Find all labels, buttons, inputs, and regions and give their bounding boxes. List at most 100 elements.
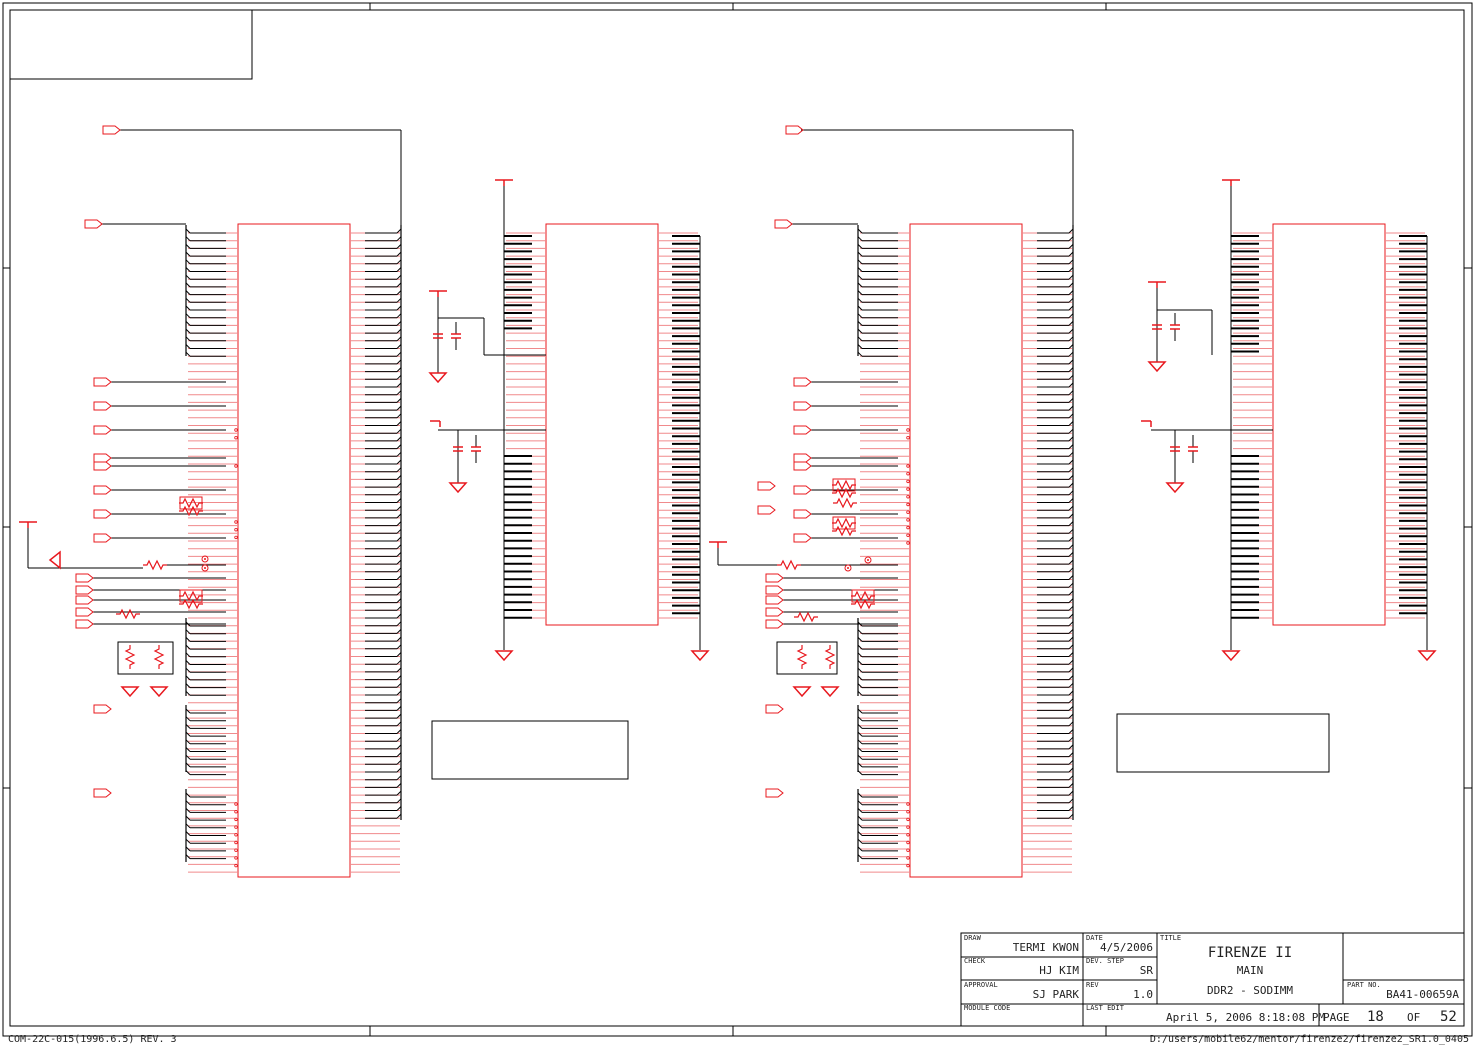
pin-dot <box>906 487 910 491</box>
sodimm-connectors <box>237 223 1386 878</box>
resistor <box>116 608 140 620</box>
check-label: CHECK <box>964 957 986 965</box>
offpage-connector <box>793 401 812 411</box>
pin-dot <box>234 428 238 432</box>
bus-entry-slant <box>185 244 191 249</box>
part-no-label: PART NO. <box>1347 981 1381 989</box>
offpage-connector <box>765 788 784 798</box>
ground-symbol <box>1417 650 1437 662</box>
ground-symbol <box>690 650 710 662</box>
bus-entry-slant <box>185 716 191 722</box>
offpage-connector <box>93 425 112 435</box>
offpage-connector <box>93 509 112 519</box>
offpage-connector <box>93 453 112 463</box>
pin-dot <box>234 802 238 806</box>
note-box-top-left <box>9 9 253 80</box>
offpage-connector <box>793 533 812 543</box>
offpage-connector <box>774 219 793 229</box>
pin-dot <box>234 817 238 822</box>
sodimm-0-part-b <box>545 223 659 626</box>
bus-entry-slant <box>185 267 191 272</box>
bus-entry-slant <box>185 762 191 768</box>
pin-dot <box>906 436 910 440</box>
pin-dot <box>906 856 910 860</box>
rev-label: REV <box>1086 981 1099 989</box>
pin-dot <box>234 535 238 540</box>
offpage-connector <box>765 607 784 617</box>
offpage-connector <box>765 619 784 629</box>
ground-symbol <box>494 650 514 662</box>
last-edit-label: LAST EDIT <box>1086 1004 1125 1012</box>
pin-dot <box>906 802 910 806</box>
pin-dot <box>234 528 238 532</box>
of-value: 52 <box>1440 1009 1457 1025</box>
offpage-connector <box>93 533 112 543</box>
title-label: TITLE <box>1160 934 1181 942</box>
ground-symbol <box>820 686 840 698</box>
bus-entry-slant <box>185 228 191 234</box>
ground-symbol <box>792 686 812 698</box>
bus-entry-slant <box>185 754 191 760</box>
resistor <box>124 645 136 669</box>
offpage-connector <box>84 219 103 229</box>
bus-entry-slant <box>185 236 191 242</box>
schematic-sheet: DRAW TERMI KWON CHECK HJ KIM APPROVAL SJ… <box>2 2 1473 1037</box>
resistor <box>153 645 165 669</box>
resistor <box>179 598 203 610</box>
title-line-3: DDR2 - SODIMM <box>1207 984 1293 997</box>
pin-dot <box>906 825 910 829</box>
bus-entry-slant <box>185 305 191 311</box>
offpage-connector <box>93 485 112 495</box>
bus-entry-slant <box>185 297 191 303</box>
offpage-connector <box>93 377 112 387</box>
file-path: D:/users/mobile62/mentor/firenze2/firenz… <box>1149 1034 1469 1045</box>
offpage-connector <box>793 485 812 495</box>
pin-dot <box>234 856 238 860</box>
pin-dot <box>234 848 238 852</box>
resistor <box>832 525 856 537</box>
offpage-connector <box>93 401 112 411</box>
pin-dot <box>906 472 910 476</box>
bus-entry-slant <box>185 274 191 280</box>
offpage-connector <box>75 607 94 617</box>
pin-dot <box>906 533 910 537</box>
offpage-connector <box>765 573 784 583</box>
resistor <box>851 598 875 610</box>
page-label: PAGE <box>1323 1011 1350 1024</box>
sodimm-1-part-a <box>909 223 1023 878</box>
pin-dot <box>906 840 910 845</box>
component-symbols <box>19 125 1437 798</box>
of-label: OF <box>1407 1011 1420 1024</box>
offpage-connector <box>765 704 784 714</box>
bus-entry-slant <box>185 344 191 349</box>
title-line-2: MAIN <box>1237 964 1264 977</box>
resistor <box>777 559 801 571</box>
resistor <box>851 590 875 602</box>
sodimm-1-part-b <box>1272 223 1386 626</box>
offpage-connector <box>793 425 812 435</box>
resistor <box>833 497 857 509</box>
pin-dot <box>906 810 910 814</box>
resistor <box>794 611 818 623</box>
pin-dot <box>906 817 910 822</box>
offpage-connector <box>765 595 784 605</box>
ground-symbol <box>448 482 468 494</box>
bus-entry-slant <box>185 770 191 775</box>
ground-symbol <box>120 686 140 698</box>
bus-entry-slant <box>185 321 191 326</box>
bidirectional-arrow <box>48 550 61 570</box>
bus-entry-slant <box>185 724 191 729</box>
resistor <box>179 590 203 602</box>
pin-dot <box>234 464 238 468</box>
test-point-dot <box>204 558 206 560</box>
pin-dot <box>906 833 910 837</box>
offpage-connector <box>75 619 94 629</box>
resistor <box>796 645 808 669</box>
offpage-connector <box>93 704 112 714</box>
note-box-middle <box>431 720 629 780</box>
sodimm-0-part-a <box>237 223 351 878</box>
bus-entry-slant <box>185 351 191 357</box>
resistor-box <box>117 641 174 675</box>
pin-dot <box>234 436 238 440</box>
last-edit-value: April 5, 2006 8:18:08 PM <box>1166 1011 1325 1024</box>
